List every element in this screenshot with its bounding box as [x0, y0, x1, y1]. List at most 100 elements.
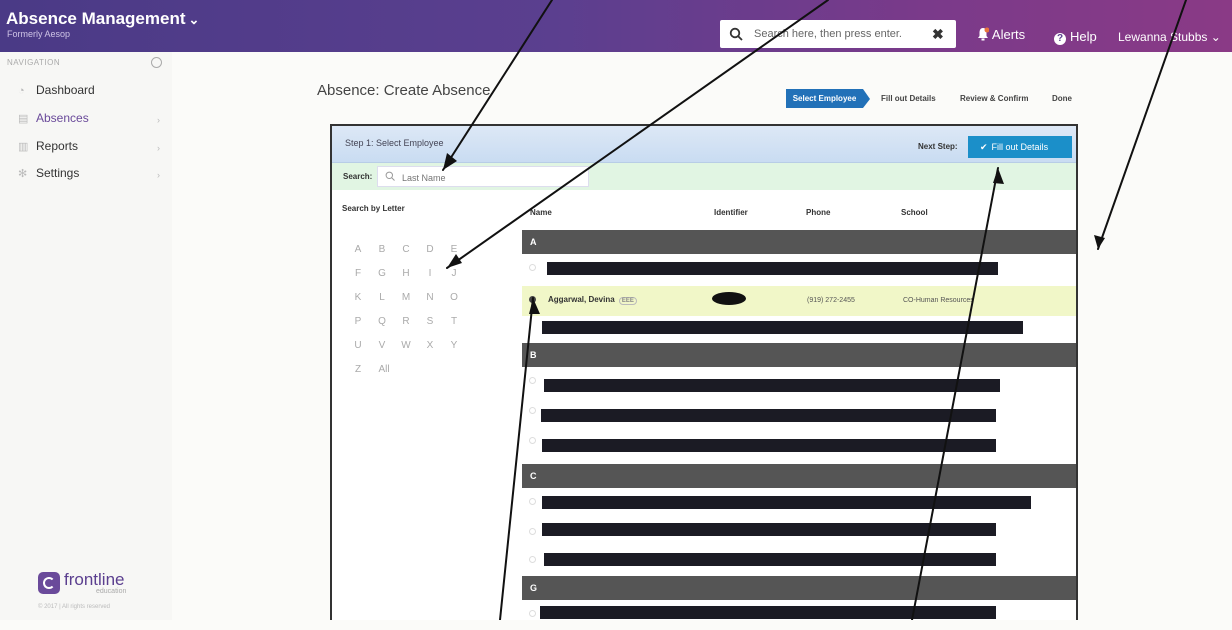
redaction-bar: [542, 439, 996, 452]
sidebar: NAVIGATION ◔ Dashboard ▤ Absences › ▥ Repor…: [0, 52, 172, 620]
user-menu[interactable]: Lewanna Stubbs ⌄: [1118, 30, 1221, 44]
column-header-school[interactable]: School: [901, 208, 928, 217]
letter-filter-e[interactable]: E: [447, 244, 461, 255]
calendar-icon: ▤: [18, 113, 29, 125]
alerts-button[interactable]: Alerts: [977, 27, 1025, 42]
user-name: Lewanna Stubbs: [1118, 30, 1208, 44]
letter-filter-c[interactable]: C: [399, 244, 413, 255]
group-letter: B: [530, 350, 537, 360]
letter-filter-v[interactable]: V: [375, 340, 389, 351]
redaction-bar: [542, 496, 1031, 509]
fill-out-details-button[interactable]: ✔ Fill out Details: [968, 136, 1072, 158]
letter-filter-b[interactable]: B: [375, 244, 389, 255]
table-row[interactable]: [522, 518, 1076, 548]
row-radio[interactable]: [529, 528, 536, 535]
table-row[interactable]: [522, 254, 1076, 284]
help-button[interactable]: ? Help: [1054, 29, 1097, 45]
letter-filter-i[interactable]: I: [423, 268, 437, 279]
table-row[interactable]: [522, 600, 1076, 630]
letter-filter-t[interactable]: T: [447, 316, 461, 327]
table-row-selected[interactable]: Aggarwal, Devina EEE (919) 272-2455 CO-H…: [522, 286, 1076, 316]
settings-circle-icon[interactable]: [151, 57, 162, 68]
employee-badge: EEE: [618, 297, 637, 305]
table-row[interactable]: [522, 488, 1076, 518]
sidebar-item-label: Settings: [36, 166, 80, 180]
letter-filter-l[interactable]: L: [375, 292, 389, 303]
app-subtitle: Formerly Aesop: [7, 29, 71, 39]
redaction-bar: [542, 523, 996, 536]
redaction-bar: [544, 379, 1000, 392]
global-search-input[interactable]: Search here, then press enter. ✖: [720, 20, 956, 48]
letter-filter-w[interactable]: W: [399, 340, 413, 351]
chevron-right-icon: ›: [157, 143, 160, 153]
sidebar-item-reports[interactable]: ▥ Reports: [18, 139, 78, 153]
row-radio[interactable]: [529, 556, 536, 563]
table-row[interactable]: [522, 546, 1076, 576]
redaction-bar: [540, 606, 996, 619]
letter-filter-x[interactable]: X: [423, 340, 437, 351]
help-icon: ?: [1054, 33, 1066, 45]
employee-school: CO-Human Resources: [903, 297, 974, 304]
wizard-step-select-employee[interactable]: Select Employee: [786, 89, 870, 108]
search-placeholder: Search here, then press enter.: [754, 28, 902, 40]
select-employee-panel: Step 1: Select Employee Next Step: ✔ Fill…: [330, 124, 1078, 620]
top-bar: Absence Management ⌄ Formerly Aesop Searc…: [0, 0, 1232, 52]
letter-filter-f[interactable]: F: [351, 268, 365, 279]
letter-filter-m[interactable]: M: [399, 292, 413, 303]
employee-name: Aggarwal, Devina EEE: [548, 295, 637, 305]
letter-filter-d[interactable]: D: [423, 244, 437, 255]
wizard-step-fill-details[interactable]: Fill out Details: [881, 94, 936, 103]
group-letter: C: [530, 471, 537, 481]
row-radio-selected[interactable]: [529, 296, 536, 303]
sidebar-item-label: Reports: [36, 139, 79, 153]
letter-filter-q[interactable]: Q: [375, 316, 389, 327]
letter-filter-y[interactable]: Y: [447, 340, 461, 351]
column-header-identifier[interactable]: Identifier: [714, 208, 748, 217]
identifier-redaction: [712, 292, 746, 305]
row-radio[interactable]: [529, 407, 536, 414]
table-row[interactable]: [522, 367, 1076, 397]
table-row[interactable]: [522, 397, 1076, 427]
last-name-input[interactable]: [400, 169, 584, 186]
letter-filter-n[interactable]: N: [423, 292, 437, 303]
sidebar-item-label: Absences: [36, 111, 89, 125]
letter-filter-h[interactable]: H: [399, 268, 413, 279]
letter-filter-o[interactable]: O: [447, 292, 461, 303]
wizard-step-done[interactable]: Done: [1052, 94, 1072, 103]
chevron-down-icon: ⌄: [1210, 30, 1221, 44]
clear-search-icon[interactable]: ✖: [932, 26, 944, 43]
row-radio[interactable]: [529, 610, 536, 617]
navigation-header: NAVIGATION: [7, 58, 61, 67]
letter-filter-k[interactable]: K: [351, 292, 365, 303]
copyright: © 2017 | All rights reserved: [38, 604, 111, 610]
table-row[interactable]: [522, 316, 1076, 346]
row-radio[interactable]: [529, 264, 536, 271]
sidebar-item-absences[interactable]: ▤ Absences: [18, 111, 89, 125]
letter-filter-z[interactable]: Z: [351, 364, 365, 375]
search-icon: [729, 27, 743, 41]
letter-filter-r[interactable]: R: [399, 316, 413, 327]
letter-filter-u[interactable]: U: [351, 340, 365, 351]
letter-filter-s[interactable]: S: [423, 316, 437, 327]
column-header-phone[interactable]: Phone: [806, 208, 830, 217]
letter-filter-j[interactable]: J: [447, 268, 461, 279]
column-header-name[interactable]: Name: [530, 208, 552, 217]
sidebar-item-dashboard[interactable]: ◔ Dashboard: [18, 83, 95, 97]
search-by-letter-label: Search by Letter: [342, 204, 405, 213]
sidebar-item-settings[interactable]: ✻ Settings: [18, 166, 79, 180]
brand-name: frontline: [64, 570, 125, 589]
gear-icon: ✻: [18, 168, 28, 180]
wizard-step-review-confirm[interactable]: Review & Confirm: [960, 94, 1028, 103]
letter-filter-g[interactable]: G: [375, 268, 389, 279]
row-radio[interactable]: [529, 377, 536, 384]
group-header-a: A: [522, 230, 1076, 254]
letter-filter-p[interactable]: P: [351, 316, 365, 327]
app-switcher[interactable]: Absence Management ⌄: [6, 9, 199, 29]
row-radio[interactable]: [529, 437, 536, 444]
chevron-down-icon: ⌄: [188, 12, 200, 27]
letter-filter-all[interactable]: All: [375, 364, 393, 375]
table-row[interactable]: [522, 427, 1076, 457]
last-name-search-field[interactable]: [377, 166, 589, 187]
letter-filter-a[interactable]: A: [351, 244, 365, 255]
row-radio[interactable]: [529, 498, 536, 505]
